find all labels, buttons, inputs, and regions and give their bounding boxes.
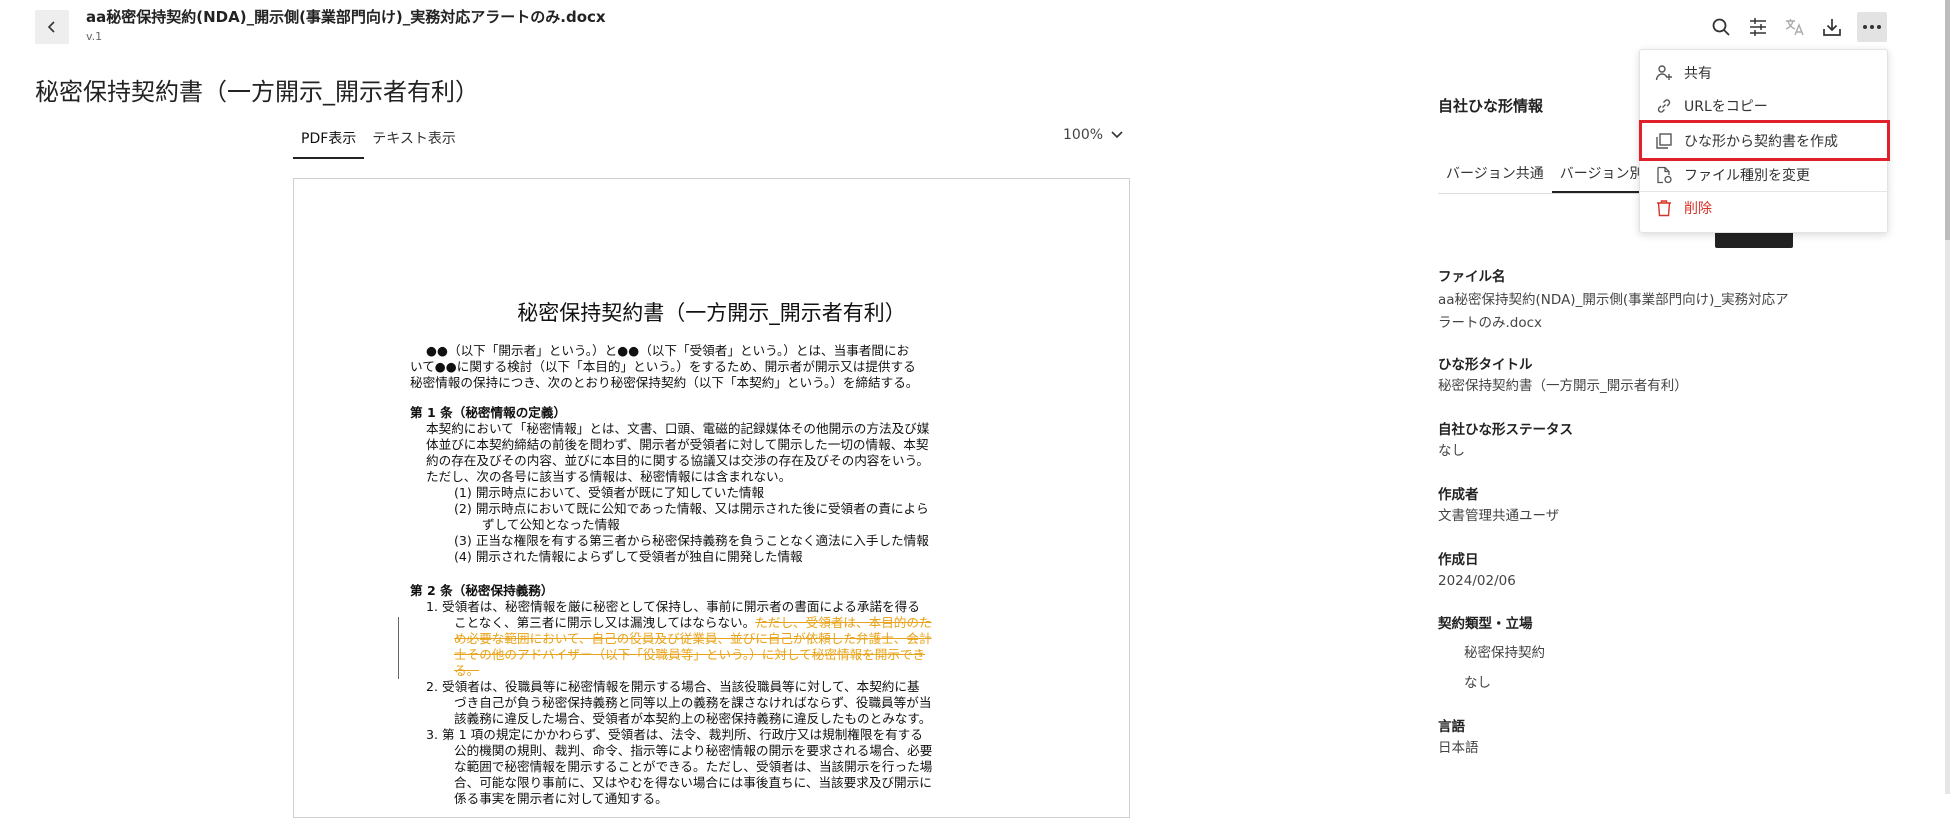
article-heading: 第 2 条（秘密保持義務） <box>410 583 554 598</box>
menu-item-label: 削除 <box>1684 201 1712 217</box>
page-line: 合、可能な限り事前に、又はやむを得ない場合には事後直ちに、当該要求及び開示に <box>454 775 932 790</box>
page-line: 体並びに本契約締結の前後を問わず、開示者が受領者に対して開示した一切の情報、本契 <box>426 437 929 452</box>
page-line: 本契約において「秘密情報」とは、文書、口頭、電磁的記録媒体その他開示の方法及び媒 <box>426 421 930 436</box>
menu-item-copy-url[interactable]: URLをコピー <box>1640 91 1889 121</box>
menu-item-label: ひな形から契約書を作成 <box>1684 133 1838 150</box>
deleted-text: 士その他のアドバイザー（以下「役職員等」という。）に対して秘密情報を開示でき <box>454 647 926 662</box>
position-value: なし <box>1464 675 1491 691</box>
page-line: な範囲で秘密情報を開示することができる。ただし、受領者は、当該開示を行った場 <box>454 759 933 774</box>
file-name-value: aa秘密保持契約(NDA)_開示側(事業部門向け)_実務対応アラートのみ.doc… <box>1438 292 1789 331</box>
page-line: づき自己が負う秘密保持義務と同等以上の義務を課さなければならず、役職員等が当 <box>454 695 932 710</box>
page-line: 公的機関の規則、裁判、命令、指示等により秘密情報の開示を要求される場合、必要 <box>454 743 933 758</box>
trash-icon <box>1654 198 1674 218</box>
panel-title: 自社ひな形情報 <box>1438 97 1544 115</box>
page-line: (4) 開示された情報によらずして受領者が独自に開発した情報 <box>454 549 803 564</box>
language-value: 日本語 <box>1438 740 1479 756</box>
deleted-text: る。 <box>454 663 480 678</box>
more-menu: 共有 URLをコピー ひな形から契約書を作成 ファイル種別を変更 削除 <box>1639 49 1890 233</box>
page-line: 該義務に違反した場合、受領者が本契約上の秘密保持義務に違反したものとみなす。 <box>454 711 932 726</box>
page-line: 1. 受領者は、秘密情報を厳に秘密として保持し、事前に開示者の書面による承諾を得… <box>426 599 920 614</box>
page-line: 3. 第 1 項の規定にかかわらず、受領者は、法令、裁判所、行政庁又は規制権限を… <box>426 727 923 742</box>
tab-common-version[interactable]: バージョン共通 <box>1438 160 1552 193</box>
created-date-value: 2024/02/06 <box>1438 573 1516 589</box>
language-label: 言語 <box>1438 719 1465 735</box>
menu-item-delete[interactable]: 削除 <box>1640 193 1889 223</box>
page-line: 2. 受領者は、役職員等に秘密情報を開示する場合、当該役職員等に対して、本契約に… <box>426 679 920 694</box>
status-value: なし <box>1438 443 1465 459</box>
page-line: いて●●に関する検討（以下「本目的」という。）をするため、開示者が開示又は提供す… <box>410 359 916 374</box>
contract-type-value: 秘密保持契約 <box>1464 645 1545 661</box>
author-value: 文書管理共通ユーザ <box>1438 508 1560 524</box>
page-line: ただし、次の各号に該当する情報は、秘密情報には含まれない。 <box>426 469 792 484</box>
menu-item-change-file-type[interactable]: ファイル種別を変更 <box>1640 160 1889 190</box>
chevron-down-icon <box>1111 131 1123 139</box>
menu-divider <box>1640 191 1889 192</box>
article-heading: 第 1 条（秘密情報の定義） <box>410 405 567 420</box>
view-tabs: PDF表示 テキスト表示 <box>293 124 464 159</box>
share-user-icon <box>1654 63 1674 83</box>
page-line: (1) 開示時点において、受領者が既に了知していた情報 <box>454 485 765 500</box>
file-change-icon <box>1654 165 1674 185</box>
page-line: 秘密情報の保持につき、次のとおり秘密保持契約（以下「本契約」という。）を締結する… <box>410 375 919 390</box>
deleted-text: め必要な範囲において、自己の役員及び従業員、並びに自己が依頼した弁護士、会計 <box>454 631 932 646</box>
link-icon <box>1654 96 1674 116</box>
scrollbar-thumb[interactable] <box>1945 0 1950 240</box>
page-title: 秘密保持契約書（一方開示_開示者有利） <box>517 301 906 325</box>
file-title: aa秘密保持契約(NDA)_開示側(事業部門向け)_実務対応アラートのみ.doc… <box>86 8 606 26</box>
change-bar <box>398 617 399 679</box>
page-line: ずして公知となった情報 <box>482 517 620 532</box>
tab-pdf-view[interactable]: PDF表示 <box>293 124 365 159</box>
back-button[interactable] <box>35 10 69 44</box>
page-line: 係る事実を開示者に対して通知する。 <box>454 791 668 806</box>
menu-item-share[interactable]: 共有 <box>1640 58 1889 88</box>
chevron-left-icon <box>47 21 55 33</box>
created-date-label: 作成日 <box>1438 552 1479 568</box>
document-heading: 秘密保持契約書（一方開示_開示者有利） <box>35 78 479 106</box>
file-name-label: ファイル名 <box>1438 269 1506 285</box>
zoom-value: 100% <box>1063 127 1104 143</box>
status-label: 自社ひな形ステータス <box>1438 422 1573 438</box>
page-line: (2) 開示時点において既に公知であった情報、又は開示された後に受領者の責によら <box>454 501 929 516</box>
menu-item-label: ファイル種別を変更 <box>1684 168 1810 184</box>
template-title-value: 秘密保持契約書（一方開示_開示者有利） <box>1438 378 1688 394</box>
pdf-page: 秘密保持契約書（一方開示_開示者有利） ●●（以下「開示者」という。）と●●（以… <box>293 178 1130 818</box>
page-line: 約の存在及びその内容、並びに本目的に関する協議又は交渉の存在及びその内容をいう。 <box>426 453 929 468</box>
page-line: ●●（以下「開示者」という。）と●●（以下「受領者」という。）とは、当事者間にお <box>426 343 910 358</box>
contract-type-label: 契約類型・立場 <box>1438 616 1533 632</box>
page-line: (3) 正当な権限を有する第三者から秘密保持義務を負うことなく適法に入手した情報 <box>454 533 929 548</box>
menu-item-label: URLをコピー <box>1684 99 1768 115</box>
tab-text-view[interactable]: テキスト表示 <box>364 124 464 159</box>
file-version: v.1 <box>86 30 103 43</box>
zoom-select[interactable]: 100% <box>1063 127 1123 143</box>
copy-icon <box>1654 131 1674 151</box>
page-line: ことなく、第三者に開示し又は漏洩してはならない。ただし、受領者は、本目的のた <box>454 615 932 630</box>
deleted-text: ただし、受領者は、本目的のた <box>755 615 932 630</box>
menu-item-label: 共有 <box>1684 66 1712 82</box>
tab-per-version[interactable]: バージョン別 <box>1551 160 1652 193</box>
template-title-label: ひな形タイトル <box>1438 357 1533 373</box>
menu-item-create-from-template[interactable]: ひな形から契約書を作成 <box>1639 120 1890 161</box>
author-label: 作成者 <box>1438 487 1479 503</box>
